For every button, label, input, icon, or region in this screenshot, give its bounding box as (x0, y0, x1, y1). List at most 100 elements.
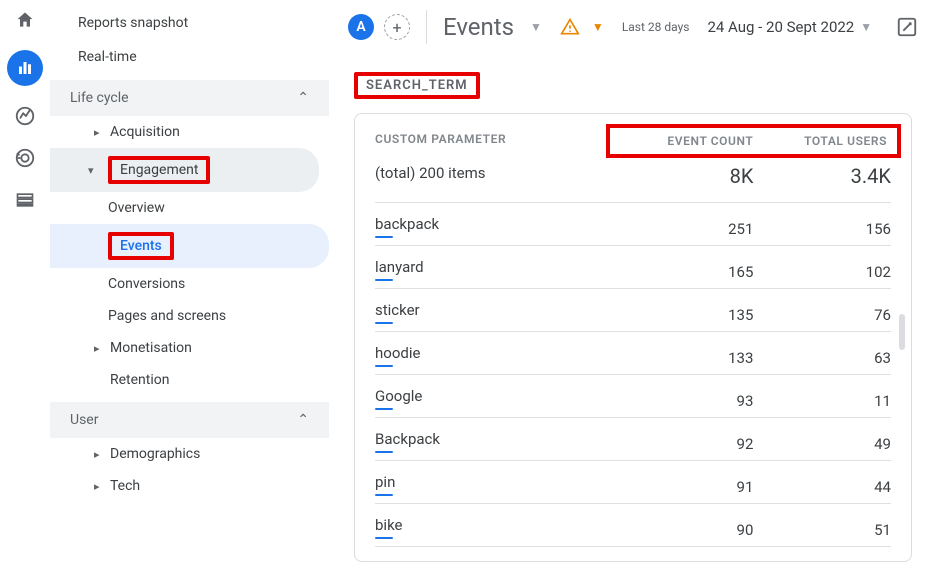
spark-bar (375, 279, 393, 281)
total-event-count: 8K (616, 164, 754, 188)
table-row[interactable]: Backpack9249 (375, 422, 891, 456)
divider (375, 546, 891, 547)
caret-right-icon: ▸ (94, 448, 110, 461)
divider (375, 245, 891, 246)
total-label: (total) 200 items (375, 164, 616, 188)
event-count-value: 92 (616, 435, 754, 453)
sidebar-section-user[interactable]: User ⌃ (50, 402, 329, 438)
param-value: pin (375, 473, 616, 491)
warning-icon (560, 17, 580, 37)
acquisition-label: Acquisition (110, 124, 180, 140)
col-total-users: TOTAL USERS (753, 134, 887, 148)
total-users-value: 11 (753, 392, 891, 410)
col-custom-parameter: CUSTOM PARAMETER (375, 132, 616, 150)
sidebar-realtime[interactable]: Real-time (50, 40, 329, 74)
table-row[interactable]: sticker13576 (375, 293, 891, 327)
table-header: CUSTOM PARAMETER EVENT COUNT TOTAL USERS (375, 132, 891, 150)
event-count-value: 91 (616, 478, 754, 496)
spark-bar (375, 408, 393, 410)
engagement-label: Engagement (108, 156, 210, 184)
total-users-value: 44 (753, 478, 891, 496)
home-icon[interactable] (13, 8, 37, 32)
spark-bar (375, 494, 393, 496)
divider (375, 374, 891, 375)
tech-label: Tech (110, 478, 140, 494)
sidebar-item-acquisition[interactable]: ▸ Acquisition (50, 116, 329, 148)
customize-report-button[interactable] (896, 16, 918, 38)
event-count-value: 93 (616, 392, 754, 410)
explore-icon[interactable] (13, 104, 37, 128)
date-range-picker[interactable]: 24 Aug - 20 Sept 2022 ▼ (707, 18, 872, 36)
demographics-label: Demographics (110, 446, 200, 462)
monetisation-label: Monetisation (110, 340, 192, 356)
thresholding-warning[interactable]: ▼ (560, 17, 604, 37)
total-users-value: 102 (753, 263, 891, 281)
sidebar-item-conversions[interactable]: Conversions (50, 268, 329, 300)
date-range-text: 24 Aug - 20 Sept 2022 (707, 18, 854, 36)
spark-bar (375, 322, 393, 324)
sidebar-section-lifecycle[interactable]: Life cycle ⌃ (50, 80, 329, 116)
search-term-card: CUSTOM PARAMETER EVENT COUNT TOTAL USERS… (354, 113, 912, 562)
pages-label: Pages and screens (108, 308, 226, 324)
chevron-up-icon: ⌃ (297, 412, 309, 428)
total-users-value: 51 (753, 521, 891, 539)
divider (375, 202, 891, 203)
sidebar-item-engagement[interactable]: ▾ Engagement (50, 148, 319, 192)
user-label: User (70, 412, 98, 428)
table-row[interactable]: pin9144 (375, 465, 891, 499)
spark-bar (375, 236, 393, 238)
sidebar-item-retention[interactable]: Retention (50, 364, 329, 396)
total-users-value: 49 (753, 435, 891, 453)
sidebar-item-demographics[interactable]: ▸ Demographics (50, 438, 329, 470)
spark-bar (375, 451, 393, 453)
topbar: A + Events ▼ ▼ Last 28 days 24 Aug - 20 … (330, 0, 936, 54)
caret-right-icon: ▸ (94, 126, 110, 139)
conversions-label: Conversions (108, 276, 185, 292)
sidebar-reports-snapshot[interactable]: Reports snapshot (50, 6, 329, 40)
event-count-value: 133 (616, 349, 754, 367)
sidebar-item-tech[interactable]: ▸ Tech (50, 470, 329, 502)
spark-bar (375, 537, 393, 539)
reports-icon[interactable] (7, 50, 43, 86)
col-event-count: EVENT COUNT (620, 134, 754, 148)
total-users-value: 63 (753, 349, 891, 367)
events-label: Events (108, 232, 174, 260)
sidebar-item-monetisation[interactable]: ▸ Monetisation (50, 332, 329, 364)
sidebar: Reports snapshot Real-time Life cycle ⌃ … (50, 0, 330, 544)
event-count-value: 165 (616, 263, 754, 281)
param-value: Backpack (375, 430, 616, 448)
event-count-value: 251 (616, 220, 754, 238)
caret-right-icon: ▸ (94, 342, 110, 355)
param-value: backpack (375, 215, 616, 233)
divider (375, 503, 891, 504)
account-avatar[interactable]: A (348, 14, 374, 40)
period-label: Last 28 days (622, 20, 690, 34)
param-value: Google (375, 387, 616, 405)
card-title: SEARCH_TERM (354, 72, 480, 99)
divider (375, 460, 891, 461)
chevron-up-icon: ⌃ (297, 90, 309, 106)
caret-down-icon: ▾ (88, 164, 104, 177)
configure-icon[interactable] (13, 188, 37, 212)
lifecycle-label: Life cycle (70, 90, 129, 106)
sidebar-item-overview[interactable]: Overview (50, 192, 329, 224)
divider (375, 288, 891, 289)
scrollbar[interactable] (899, 314, 905, 350)
table-row[interactable]: Google9311 (375, 379, 891, 413)
table-body: backpack251156 lanyard165102 sticker13576 h… (375, 207, 891, 547)
sidebar-item-pages[interactable]: Pages and screens (50, 300, 329, 332)
table-row[interactable]: bike9051 (375, 508, 891, 542)
sidebar-item-events[interactable]: Events (50, 224, 329, 268)
spark-bar (375, 365, 393, 367)
table-row[interactable]: lanyard165102 (375, 250, 891, 284)
table-row[interactable]: backpack251156 (375, 207, 891, 241)
nav-rail (0, 0, 50, 544)
table-row[interactable]: hoodie13363 (375, 336, 891, 370)
advertising-icon[interactable] (13, 146, 37, 170)
title-dropdown-icon[interactable]: ▼ (530, 20, 542, 34)
total-users-value: 76 (753, 306, 891, 324)
add-comparison-button[interactable]: + (384, 14, 410, 40)
event-count-value: 90 (616, 521, 754, 539)
caret-right-icon: ▸ (94, 480, 110, 493)
content: SEARCH_TERM CUSTOM PARAMETER EVENT COUNT… (330, 54, 936, 580)
